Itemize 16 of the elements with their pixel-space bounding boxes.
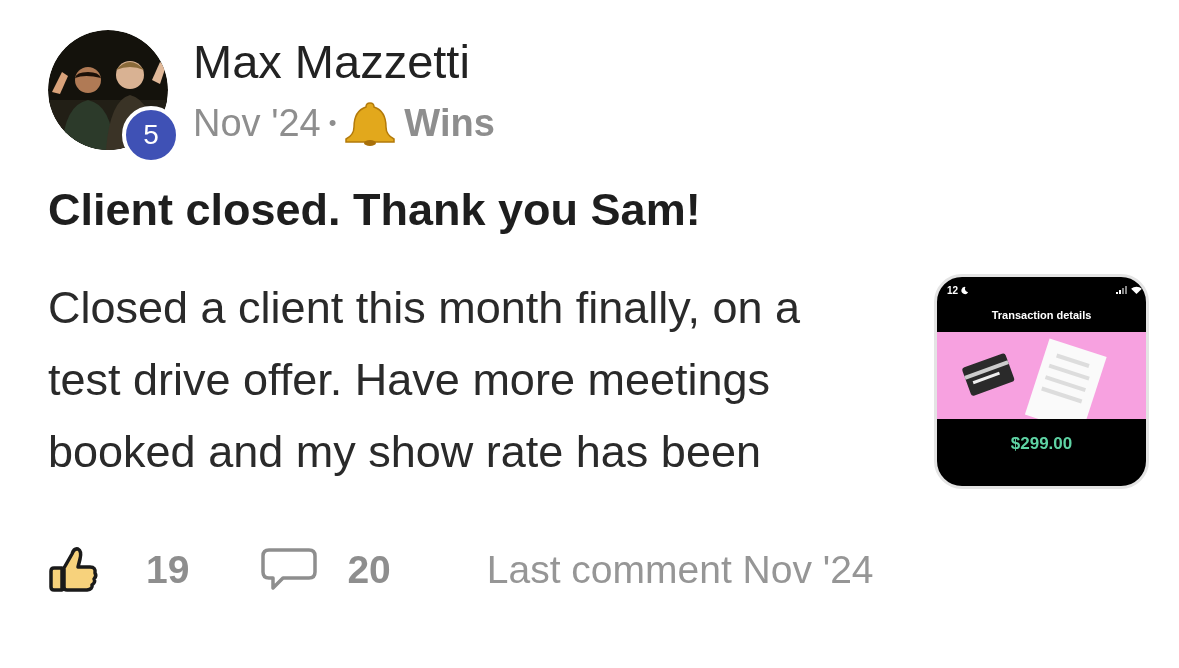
last-comment-text: Last comment Nov '24 [486,547,874,593]
like-count: 19 [146,547,190,593]
status-time: 12 [947,283,959,298]
signal-icon [1116,286,1128,294]
separator: • [328,109,337,137]
attachment-thumbnail[interactable]: 12 Transaction details $299.00 [934,274,1149,489]
moon-icon [960,285,970,295]
author-name[interactable]: Max Mazzetti [193,36,495,88]
post-title: Client closed. Thank you Sam! [48,184,702,236]
comment-count: 20 [347,547,391,593]
post-date: Nov '24 [193,101,321,145]
amount-text: $299.00 [1009,432,1074,455]
bell-icon [344,100,397,146]
screen-header: Transaction details [990,308,1093,323]
wifi-icon [1131,285,1142,295]
post-body: Closed a client this month finally, on a test drive offer. Have more meetings booked and my show rate has been [48,281,802,479]
